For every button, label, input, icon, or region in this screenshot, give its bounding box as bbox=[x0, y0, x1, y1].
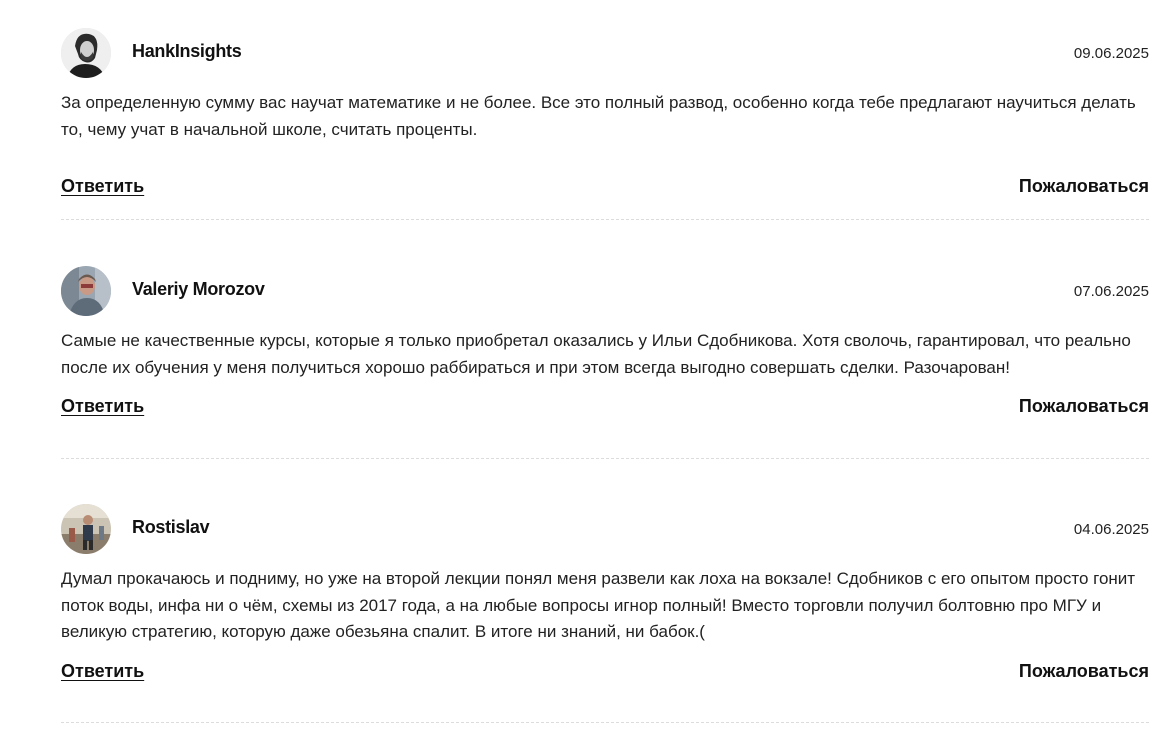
comment-header: HankInsights 09.06.2025 bbox=[61, 28, 1149, 78]
comment-text: Самые не качественные курсы, которые я т… bbox=[61, 331, 1131, 377]
comment-date: 09.06.2025 bbox=[1073, 45, 1149, 62]
reply-link[interactable]: Ответить bbox=[61, 396, 144, 417]
comment-author: HankInsights bbox=[132, 41, 242, 61]
comment-header: Rostislav 04.06.2025 bbox=[61, 504, 1149, 554]
comment-text: Думал прокачаюсь и подниму, но уже на вт… bbox=[61, 569, 1136, 641]
avatar[interactable] bbox=[61, 504, 111, 554]
report-button[interactable]: Пожаловаться bbox=[1019, 176, 1149, 197]
comment-author: Rostislav bbox=[132, 517, 210, 537]
comment-date: 04.06.2025 bbox=[1073, 521, 1149, 538]
comment-header: Valeriy Morozov 07.06.2025 bbox=[61, 266, 1149, 316]
avatar[interactable] bbox=[61, 28, 111, 78]
comment-item: HankInsights 09.06.2025 За определенную … bbox=[61, 0, 1149, 220]
comment-item: Rostislav 04.06.2025 Думал прокачаюсь и … bbox=[61, 459, 1149, 723]
comment-item: Valeriy Morozov 07.06.2025 Самые не каче… bbox=[61, 220, 1149, 459]
comment-text: За определенную сумму вас научат математ… bbox=[61, 93, 1136, 139]
avatar[interactable] bbox=[61, 266, 111, 316]
report-button[interactable]: Пожаловаться bbox=[1019, 396, 1149, 417]
comment-date: 07.06.2025 bbox=[1073, 283, 1149, 300]
comment-author: Valeriy Morozov bbox=[132, 279, 265, 299]
reply-link[interactable]: Ответить bbox=[61, 176, 144, 197]
comments-list: HankInsights 09.06.2025 За определенную … bbox=[61, 0, 1149, 723]
report-button[interactable]: Пожаловаться bbox=[1019, 661, 1149, 682]
reply-link[interactable]: Ответить bbox=[61, 661, 144, 682]
